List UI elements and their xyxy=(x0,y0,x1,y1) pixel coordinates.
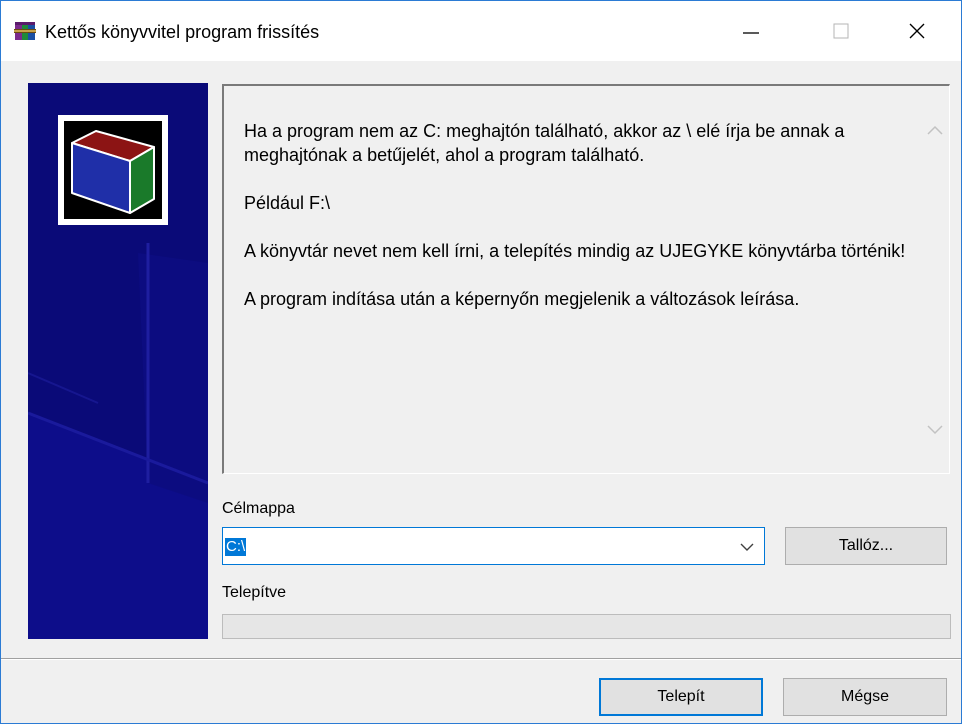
close-icon xyxy=(909,23,925,39)
chevron-down-icon[interactable] xyxy=(738,540,756,554)
title-bar[interactable]: Kettős könyvvitel program frissítés xyxy=(1,1,961,61)
maximize-icon xyxy=(833,23,849,39)
info-paragraph: Például F:\ xyxy=(244,193,331,213)
info-paragraph: Ha a program nem az C: meghajtón találha… xyxy=(244,121,845,165)
info-text-panel: Ha a program nem az C: meghajtón találha… xyxy=(222,84,950,474)
window-title: Kettős könyvvitel program frissítés xyxy=(45,22,320,42)
browse-button[interactable]: Tallóz... xyxy=(785,527,947,565)
installed-label: Telepítve xyxy=(222,584,287,601)
close-button[interactable] xyxy=(873,1,961,61)
scroll-down-button[interactable] xyxy=(921,416,949,444)
chevron-up-icon xyxy=(927,125,943,135)
logo-box xyxy=(64,121,162,219)
minimize-icon xyxy=(743,32,759,34)
minimize-button[interactable] xyxy=(707,1,795,61)
info-paragraph: A program indítása után a képernyőn megj… xyxy=(244,289,800,309)
footer-separator xyxy=(1,658,961,660)
destination-value[interactable]: C:\ xyxy=(225,538,247,556)
chevron-down-icon xyxy=(927,425,943,435)
book-box-icon xyxy=(71,130,155,214)
installer-window: Kettős könyvvitel program frissítés Ha a… xyxy=(0,0,962,724)
info-text: Ha a program nem az C: meghajtón találha… xyxy=(244,119,914,335)
cancel-button[interactable]: Mégse xyxy=(783,678,947,716)
side-banner xyxy=(28,83,208,639)
info-paragraph: A könyvtár nevet nem kell írni, a telepí… xyxy=(244,241,906,261)
destination-combobox[interactable]: C:\ xyxy=(222,527,765,565)
scroll-up-button[interactable] xyxy=(921,116,949,144)
install-progress-bar xyxy=(222,614,951,639)
winrar-archive-icon xyxy=(14,22,36,40)
logo-frame xyxy=(58,115,168,225)
destination-label: Célmappa xyxy=(222,500,295,517)
maximize-button[interactable] xyxy=(797,1,885,61)
install-button[interactable]: Telepít xyxy=(599,678,763,716)
vertical-scrollbar[interactable] xyxy=(921,86,949,473)
